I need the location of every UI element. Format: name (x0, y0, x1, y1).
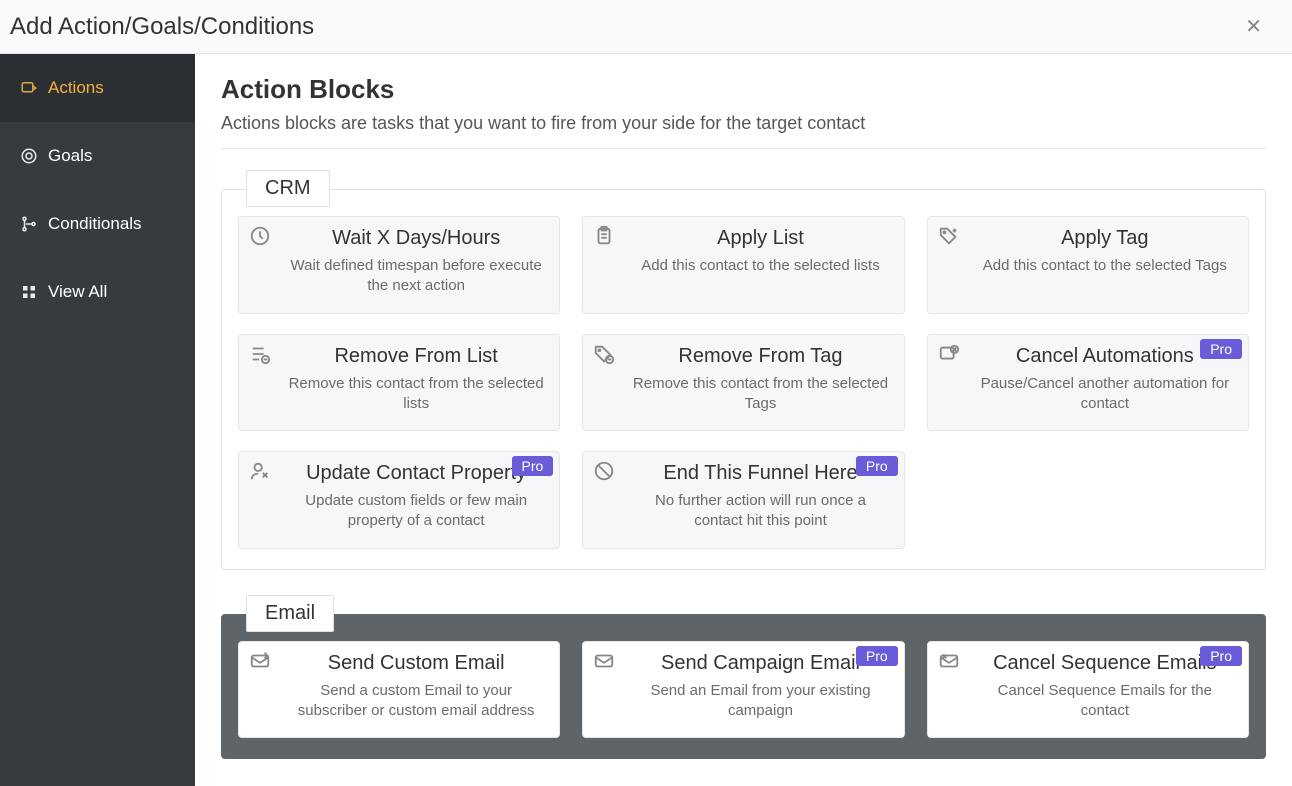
card-send-campaign-email[interactable]: Pro Send Campaign Email Send an Email fr… (582, 641, 904, 739)
conditionals-icon (20, 215, 38, 233)
user-edit-icon (249, 460, 271, 482)
pro-badge: Pro (1200, 339, 1242, 359)
card-apply-list[interactable]: Apply List Add this contact to the selec… (582, 216, 904, 314)
clock-icon (249, 225, 271, 247)
goals-icon (20, 147, 38, 165)
pro-badge: Pro (856, 456, 898, 476)
card-title: Wait X Days/Hours (287, 227, 545, 250)
mail-cancel-icon (938, 650, 960, 672)
card-apply-tag[interactable]: Apply Tag Add this contact to the select… (927, 216, 1249, 314)
group-label-email: Email (246, 595, 334, 632)
actions-icon (20, 79, 38, 97)
dialog-header: Add Action/Goals/Conditions ✕ (0, 0, 1292, 54)
card-title: Apply List (631, 227, 889, 250)
card-desc: Add this contact to the selected Tags (976, 256, 1234, 276)
card-title: Cancel Automations (976, 345, 1234, 368)
mail-edit-icon (249, 650, 271, 672)
group-crm: CRM Wait X Days/Hours Wait defined times… (221, 189, 1266, 570)
card-end-this-funnel[interactable]: Pro End This Funnel Here No further acti… (582, 451, 904, 549)
card-grid-crm: Wait X Days/Hours Wait defined timespan … (238, 216, 1249, 549)
card-desc: Send an Email from your existing campaig… (631, 681, 889, 722)
card-desc: Send a custom Email to your subscriber o… (287, 681, 545, 722)
card-desc: Update custom fields or few main propert… (287, 491, 545, 532)
card-update-contact-property[interactable]: Pro Update Contact Property Update custo… (238, 451, 560, 549)
tag-minus-icon (593, 343, 615, 365)
card-desc: Pause/Cancel another automation for cont… (976, 374, 1234, 415)
page-title: Action Blocks (221, 74, 1266, 105)
list-minus-icon (249, 343, 271, 365)
card-desc: Remove this contact from the selected Ta… (631, 374, 889, 415)
card-desc: Remove this contact from the selected li… (287, 374, 545, 415)
mail-send-icon (593, 650, 615, 672)
card-title: Cancel Sequence Emails (976, 652, 1234, 675)
pro-badge: Pro (856, 646, 898, 666)
pro-badge: Pro (1200, 646, 1242, 666)
close-icon[interactable]: ✕ (1235, 10, 1272, 43)
tag-plus-icon (938, 225, 960, 247)
sidebar-item-label: Goals (48, 146, 92, 166)
page-subtitle: Actions blocks are tasks that you want t… (221, 113, 1266, 134)
card-desc: Cancel Sequence Emails for the contact (976, 681, 1234, 722)
cancel-automation-icon (938, 343, 960, 365)
card-remove-from-list[interactable]: Remove From List Remove this contact fro… (238, 334, 560, 432)
dialog-title: Add Action/Goals/Conditions (10, 13, 314, 41)
stop-icon (593, 460, 615, 482)
sidebar-item-label: Actions (48, 78, 104, 98)
sidebar-item-label: View All (48, 282, 107, 302)
card-wait-x-days[interactable]: Wait X Days/Hours Wait defined timespan … (238, 216, 560, 314)
main-content: Action Blocks Actions blocks are tasks t… (195, 54, 1292, 786)
sidebar: Actions Goals Conditionals View All (0, 54, 195, 786)
sidebar-item-view-all[interactable]: View All (0, 258, 195, 326)
card-remove-from-tag[interactable]: Remove From Tag Remove this contact from… (582, 334, 904, 432)
card-title: Remove From List (287, 345, 545, 368)
sidebar-item-conditionals[interactable]: Conditionals (0, 190, 195, 258)
sidebar-item-goals[interactable]: Goals (0, 122, 195, 190)
divider (221, 148, 1266, 149)
card-title: Remove From Tag (631, 345, 889, 368)
card-title: Send Campaign Email (631, 652, 889, 675)
card-title: Apply Tag (976, 227, 1234, 250)
sidebar-item-actions[interactable]: Actions (0, 54, 195, 122)
pro-badge: Pro (512, 456, 554, 476)
layout: Actions Goals Conditionals View All Acti… (0, 54, 1292, 786)
group-email: Email Send Custom Email Send a custom Em… (221, 614, 1266, 760)
card-send-custom-email[interactable]: Send Custom Email Send a custom Email to… (238, 641, 560, 739)
card-title: Send Custom Email (287, 652, 545, 675)
card-grid-email: Send Custom Email Send a custom Email to… (238, 641, 1249, 739)
clipboard-list-icon (593, 225, 615, 247)
card-cancel-sequence-emails[interactable]: Pro Cancel Sequence Emails Cancel Sequen… (927, 641, 1249, 739)
group-label-crm: CRM (246, 170, 330, 207)
card-desc: Add this contact to the selected lists (631, 256, 889, 276)
card-title: End This Funnel Here (631, 462, 889, 485)
grid-icon (20, 283, 38, 301)
card-desc: No further action will run once a contac… (631, 491, 889, 532)
card-cancel-automations[interactable]: Pro Cancel Automations Pause/Cancel anot… (927, 334, 1249, 432)
card-desc: Wait defined timespan before execute the… (287, 256, 545, 297)
card-title: Update Contact Property (287, 462, 545, 485)
sidebar-item-label: Conditionals (48, 214, 142, 234)
